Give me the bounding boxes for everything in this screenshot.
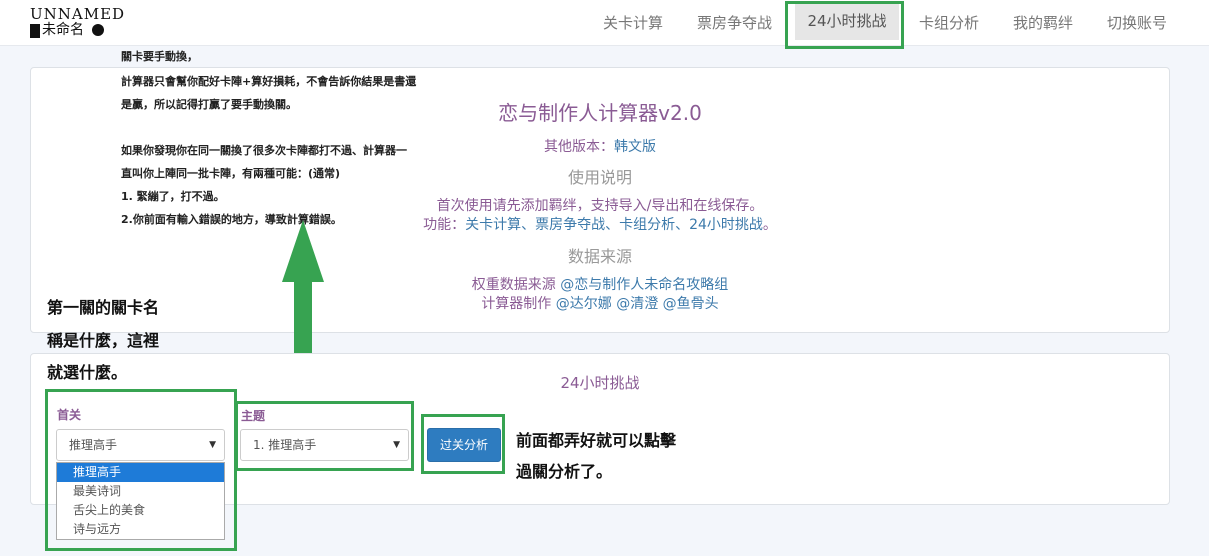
logo-text-top: UNNAMED <box>30 5 126 23</box>
korean-version-link[interactable]: 韩文版 <box>614 139 656 155</box>
analyze-button[interactable]: 过关分析 <box>427 428 501 462</box>
first-level-label: 首关 <box>57 408 82 422</box>
highlight-box-nav <box>785 1 904 49</box>
nav-box-office[interactable]: 票房争夺战 <box>697 0 772 46</box>
challenge-heading: 24小时挑战 <box>560 374 640 392</box>
page-title: 恋与制作人计算器v2.0 <box>498 101 702 125</box>
annotation-line: 如果你發現你在同一關換了很多次卡陣都打不過、計算器一 <box>121 144 407 157</box>
site-logo[interactable]: UNNAMED 未命名 <box>30 6 124 40</box>
first-level-value: 推理高手 <box>69 438 118 452</box>
annotation-right-line: 過關分析了。 <box>516 462 613 481</box>
theme-label: 主题 <box>241 409 266 423</box>
annotation-line: 直叫你上陣同一批卡陣，有兩種可能：(通常) <box>121 167 341 180</box>
data-source-line: 权重数据来源 @恋与制作人未命名攻略组 <box>300 274 900 294</box>
theme-value: 1. 推理高手 <box>253 438 317 452</box>
nav-switch-account[interactable]: 切换账号 <box>1107 0 1167 46</box>
top-navbar: UNNAMED 未命名 关卡计算 票房争夺战 24小时挑战 卡组分析 我的羁绊 … <box>0 0 1209 46</box>
dropdown-option[interactable]: 舌尖上的美食 <box>57 501 224 520</box>
dropdown-option[interactable]: 最美诗词 <box>57 482 224 501</box>
theme-select[interactable]: 1. 推理高手 ▼ <box>240 429 409 461</box>
annotation-line: 計算器只會幫你配好卡陣+算好損耗，不會告訴你結果是書還 <box>121 75 417 88</box>
nav-deck-analysis[interactable]: 卡组分析 <box>919 0 979 46</box>
features-line: 功能：关卡计算、票房争夺战、卡组分析、24小时挑战。 <box>300 214 900 234</box>
annotation-line: 是贏，所以記得打贏了要手動換關。 <box>121 98 297 111</box>
credits-line: 计算器制作 @达尔娜 @清澄 @鱼骨头 <box>300 293 900 313</box>
features-label: 功能： <box>423 217 466 233</box>
first-level-dropdown: 推理高手 最美诗词 舌尖上的美食 诗与远方 <box>56 462 225 540</box>
chevron-down-icon: ▼ <box>209 440 216 450</box>
annotation-right-line: 前面都弄好就可以點擊 <box>516 431 677 450</box>
annotation-left-line: 第一關的關卡名 <box>47 298 160 317</box>
annotation-line: 關卡要手動換， <box>121 50 198 63</box>
dropdown-option[interactable]: 诗与远方 <box>57 520 224 539</box>
chevron-down-icon: ▼ <box>393 440 400 450</box>
nav-my-bonds[interactable]: 我的羁绊 <box>1013 0 1073 46</box>
usage-heading: 使用说明 <box>567 168 632 187</box>
nav-level-calc[interactable]: 关卡计算 <box>603 0 663 46</box>
features-end: 。 <box>762 217 777 233</box>
annotation-left-line: 就選什麼。 <box>47 363 128 382</box>
dropdown-option[interactable]: 推理高手 <box>57 463 224 482</box>
strategy-group-link[interactable]: @恋与制作人未命名攻略组 <box>560 277 728 293</box>
usage-line: 首次使用请先添加羁绊，支持导入/导出和在线保存。 <box>436 198 764 214</box>
data-source-prefix: 权重数据来源 <box>471 277 561 293</box>
logo-side-mark <box>30 24 40 38</box>
annotation-line: 1. 緊繃了，打不過。 <box>121 190 225 203</box>
features-links[interactable]: 关卡计算、票房争夺战、卡组分析、24小时挑战 <box>465 217 763 233</box>
other-versions-label: 其他版本： <box>544 139 614 155</box>
annotation-left-line: 稱是什麼，這裡 <box>47 331 160 350</box>
first-level-select[interactable]: 推理高手 ▼ <box>56 429 225 461</box>
data-source-heading: 数据来源 <box>567 247 632 266</box>
logo-text-bottom: 未命名 <box>42 22 84 38</box>
credits-prefix: 计算器制作 <box>481 296 556 312</box>
credits-links[interactable]: @达尔娜 @清澄 @鱼骨头 <box>556 296 719 312</box>
logo-dot-icon <box>92 24 104 36</box>
